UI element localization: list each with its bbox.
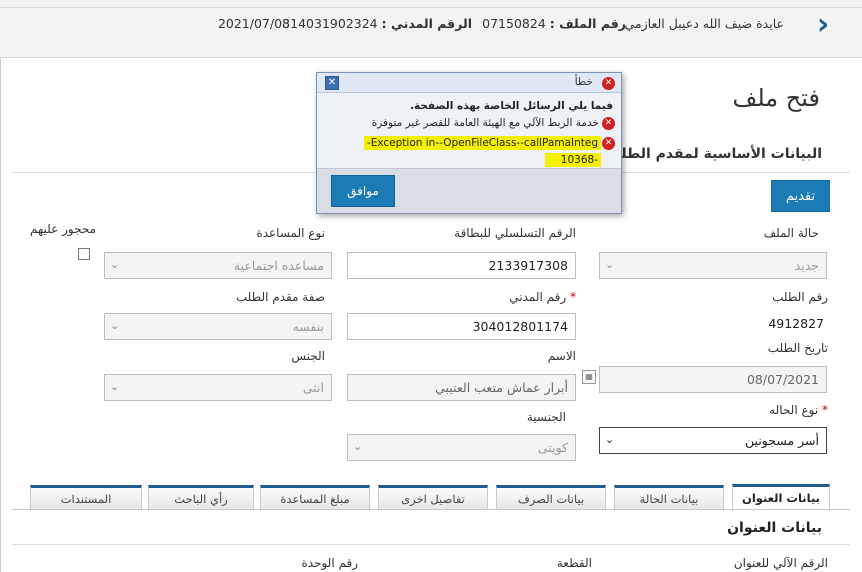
header-file-no-label: رقم الملف : <box>549 16 626 31</box>
tab-address[interactable]: بيانات العنوان <box>732 484 830 511</box>
close-icon[interactable]: ✕ <box>325 76 339 90</box>
tab-researcher-opinion[interactable]: رأي الباحث <box>148 485 254 509</box>
aid-type-select[interactable]: مساعده اجتماعية ⌄ <box>104 252 332 279</box>
chevron-down-icon: ⌄ <box>110 380 120 393</box>
page-root: › عايدة ضيف الله دعيبل العازمي رقم الملف… <box>0 0 862 572</box>
chevron-right-icon[interactable]: › <box>808 10 838 42</box>
case-type-label: * نوع الحاله <box>769 403 828 417</box>
gender-label: الجنس <box>291 349 325 363</box>
civil-no-label: * رقم المدني <box>509 290 576 304</box>
calendar-icon[interactable]: ▦ <box>582 370 596 384</box>
section-title: البيانات الأساسية لمقدم الطلب <box>606 146 822 162</box>
case-type-select[interactable]: أسر مسجونين ⌄ <box>599 427 827 454</box>
aid-type-value: مساعده اجتماعية <box>233 258 324 273</box>
error-icon: ✕ <box>602 117 615 130</box>
applicant-capacity-select[interactable]: بنفسه ⌄ <box>104 313 332 340</box>
gender-select[interactable]: انثى ⌄ <box>104 374 332 401</box>
file-status-label: حالة الملف <box>763 226 819 240</box>
request-no-label: رقم الطلب <box>772 290 828 304</box>
block-label: القطعة <box>556 556 592 570</box>
error-icon: ✕ <box>602 77 615 90</box>
unit-no-label: رقم الوحدة <box>301 556 358 570</box>
page-title: فتح ملف <box>732 84 820 112</box>
chevron-down-icon: ⌄ <box>605 258 615 271</box>
nationality-label: الجنسية <box>526 410 566 424</box>
header-civil-id: الرقم المدني : 314031902324 <box>282 16 472 31</box>
ok-button[interactable]: موافق <box>331 175 395 207</box>
tab-payment-data[interactable]: بيانات الصرف <box>496 485 606 509</box>
gender-value: انثى <box>302 380 324 395</box>
header-civil-id-value: 314031902324 <box>282 16 378 31</box>
card-serial-label: الرقم التسلسلي للبطاقة <box>454 226 576 240</box>
top-strip <box>0 0 862 8</box>
chevron-down-icon: ⌄ <box>110 258 120 271</box>
tabs-baseline <box>12 509 850 510</box>
error-dialog: ✕ خطأ ✕ فيما يلي الرسائل الخاصة بهذه الص… <box>316 72 622 214</box>
nationality-value: كويتى <box>537 440 568 455</box>
dialog-message-1: خدمة الربط الآلي مع الهيئة العامة للقصر … <box>371 117 599 129</box>
request-date-input[interactable]: 08/07/2021 <box>599 366 827 393</box>
chevron-down-icon: ⌄ <box>110 319 120 332</box>
header-file-no-value: 07150824 <box>482 16 546 31</box>
dialog-message-2-line-1: Exception in--OpenFileClass--callPamaInt… <box>363 136 601 150</box>
address-section-title: بيانات العنوان <box>727 520 822 536</box>
dialog-message-2-line-2: -10368 <box>545 153 601 167</box>
applicant-capacity-label: صفة مقدم الطلب <box>235 290 325 304</box>
error-icon: ✕ <box>602 137 615 150</box>
aid-type-label: نوع المساعدة <box>256 226 325 240</box>
interdicted-checkbox[interactable] <box>78 248 90 260</box>
dialog-intro: فيما يلي الرسائل الخاصة بهذه الصفحة. <box>409 100 613 112</box>
case-type-label-text: نوع الحاله <box>769 403 819 417</box>
tab-aid-amount[interactable]: مبلغ المساعدة <box>260 485 370 509</box>
civil-no-input[interactable]: 304012801174 <box>347 313 576 340</box>
required-mark: * <box>822 403 828 417</box>
header-civil-id-label: الرقم المدني : <box>381 16 472 31</box>
card-serial-input[interactable]: 2133917308 <box>347 252 576 279</box>
header-file-no: رقم الملف : 07150824 <box>482 16 626 31</box>
request-date-label: تاريخ الطلب <box>767 341 828 355</box>
applicant-capacity-value: بنفسه <box>292 319 324 334</box>
address-auto-no-label: الرقم الآلي للعنوان <box>733 556 828 570</box>
chevron-down-icon: ⌄ <box>353 440 363 453</box>
tab-case-data[interactable]: بيانات الحالة <box>614 485 724 509</box>
address-divider <box>12 544 850 545</box>
header-date: 2021/07/08 <box>217 16 290 31</box>
submit-button[interactable]: تقديم <box>771 180 830 212</box>
civil-no-label-text: رقم المدني <box>509 290 567 304</box>
file-status-value: جديد <box>794 258 819 273</box>
tab-documents[interactable]: المستندات <box>30 485 142 509</box>
tab-other-details[interactable]: تفاصيل اخرى <box>378 485 488 509</box>
interdicted-label: محجور عليهم <box>30 222 96 236</box>
case-type-value: أسر مسجونين <box>745 433 819 448</box>
name-input[interactable]: أبرار عماش متعب العتيبي <box>347 374 576 401</box>
header-applicant-name: عايدة ضيف الله دعيبل العازمي <box>624 16 784 31</box>
file-status-select[interactable]: جديد ⌄ <box>599 252 827 279</box>
name-label: الاسم <box>547 349 576 363</box>
dialog-title: خطأ <box>574 76 593 88</box>
chevron-down-icon: ⌄ <box>605 433 615 446</box>
nationality-select[interactable]: كويتى ⌄ <box>347 434 576 461</box>
required-mark: * <box>570 290 576 304</box>
request-no-value: 4912827 <box>768 316 824 331</box>
